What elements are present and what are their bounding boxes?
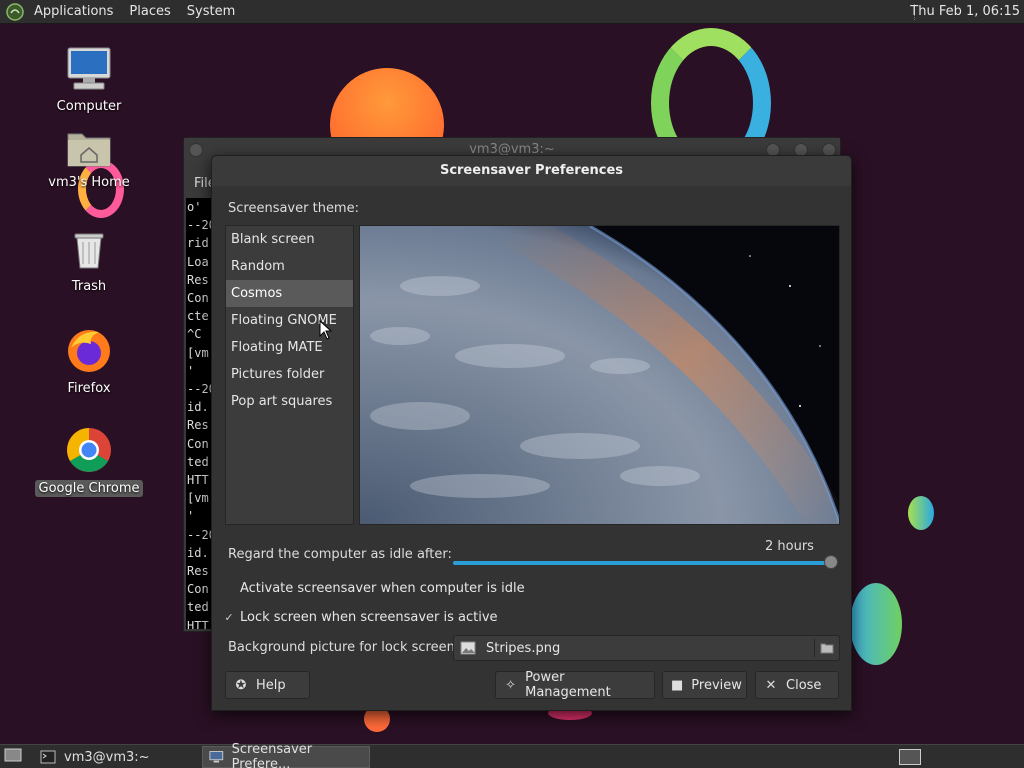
terminal-line: ^C [187,327,202,342]
desktop-icon-label: vm3's Home [48,175,130,190]
terminal-line: --20 [187,527,214,542]
file-chooser-separator [814,639,815,657]
top-panel: Applications Places System Thu Feb 1, 06… [0,0,1024,24]
terminal-line: o' [187,200,202,214]
theme-item[interactable]: Pop art squares [226,388,353,415]
power-icon: ✧ [505,677,516,693]
terminal-menu-button[interactable] [189,143,203,157]
close-button[interactable]: ✕ Close [755,671,839,699]
wallpaper-green-circle [850,583,902,665]
terminal-line: ted [187,454,209,469]
terminal-line: [vm [187,491,209,506]
background-file-chooser[interactable]: Stripes.png [453,635,840,661]
lock-checkbox-label[interactable]: Lock screen when screensaver is active [240,610,498,625]
show-desktop-icon[interactable] [4,748,22,764]
help-button-label: Help [256,677,286,693]
terminal-line: ted [187,600,209,615]
terminal-line: HTT [187,473,209,488]
folder-icon [820,643,834,654]
lock-checkbox[interactable]: ✓ [224,612,234,623]
mouse-pointer-icon [319,320,333,340]
terminal-line: ' [187,509,195,524]
terminal-line: Con [187,436,209,451]
terminal-line: Con [187,291,209,306]
help-button[interactable]: ✪ Help [225,671,310,699]
desktop-icon-computer[interactable]: Computer [34,46,144,115]
idle-label: Regard the computer as idle after: [228,547,452,562]
terminal-line: rid [187,236,209,251]
terminal-line: Res [187,418,209,433]
desktop-icon-chrome[interactable]: Google Chrome [34,426,144,497]
trash-icon [74,233,104,269]
terminal-line: Res [187,272,209,287]
workspace-switcher[interactable] [899,749,921,765]
terminal-line: ' [187,363,195,378]
background-picture-label: Background picture for lock screen: [228,640,460,655]
help-icon: ✪ [235,677,247,693]
theme-item[interactable]: Cosmos [226,280,353,307]
preview-button[interactable]: ■ Preview [662,671,747,699]
places-menu[interactable]: Places [121,0,178,24]
taskbar-item-terminal[interactable]: vm3@vm3:~ [34,746,194,768]
theme-label: Screensaver theme: [228,201,359,216]
desktop-icon-trash[interactable]: Trash [34,228,144,295]
wallpaper-teal-dot [908,496,934,530]
terminal-line: id. [187,400,209,415]
power-management-button-label: Power Management [525,670,611,700]
taskbar-item-label: Screensaver Prefere... [231,742,313,768]
desktop-icon-label: Google Chrome [34,480,144,497]
terminal-line: id. [187,545,209,560]
home-folder-icon [67,133,111,167]
theme-list[interactable]: Blank screen Random Cosmos Floating GNOME Fl… [225,225,354,525]
idle-slider-handle[interactable] [824,555,838,569]
system-menu[interactable]: System [179,0,243,24]
terminal-line: HTT [187,618,209,629]
theme-item[interactable]: Floating GNOME [226,307,353,334]
desktop-icon-home[interactable]: vm3's Home [34,128,144,191]
firefox-icon [68,330,110,372]
taskbar-item-screensaver[interactable]: Screensaver Prefere... [202,742,370,768]
theme-item[interactable]: Pictures folder [226,361,353,388]
desktop-icon-label: Computer [56,99,122,114]
desktop-icon-firefox[interactable]: Firefox [34,326,144,397]
terminal-line: cte [187,309,209,324]
cosmos-preview-image [360,226,839,524]
terminal-line: --20 [187,218,214,233]
bottom-panel: vm3@vm3:~ Screensaver Prefere... [0,742,1024,768]
power-management-button[interactable]: ✧ Power Management [495,670,655,700]
theme-item[interactable]: Blank screen [226,226,353,253]
terminal-output[interactable]: o' --20 rid Loa Res Con cte ^C [vm ' --20 id. Res Con… [186,198,214,629]
theme-item[interactable]: Random [226,253,353,280]
terminal-line: --20 [187,382,214,397]
background-file-name: Stripes.png [486,640,561,656]
terminal-icon [40,750,56,764]
terminal-line: [vm [187,345,209,360]
theme-item[interactable]: Floating MATE [226,334,353,361]
chrome-icon [67,428,111,472]
close-button-label: Close [786,677,822,693]
clock[interactable]: Thu Feb 1, 06:15 [910,0,1020,24]
screensaver-preferences-dialog: Screensaver Preferences Screensaver them… [211,155,852,711]
desktop-icon-label: Trash [71,279,107,294]
idle-value: 2 hours [765,539,814,554]
terminal-line: Con [187,582,209,597]
monitor-icon [209,751,224,763]
activate-checkbox-label[interactable]: Activate screensaver when computer is id… [240,581,525,596]
applications-menu[interactable]: Applications [26,0,121,24]
computer-icon [67,47,111,90]
preview-button-label: Preview [691,677,742,693]
terminal-line: Res [187,564,209,579]
terminal-line: Loa [187,254,209,269]
desktop-icon-label: Firefox [67,381,111,396]
theme-preview [359,225,840,525]
image-file-icon [460,641,476,655]
mate-logo-icon[interactable] [6,2,24,21]
activate-checkbox[interactable] [224,586,234,596]
dialog-title[interactable]: Screensaver Preferences [212,156,851,186]
taskbar-item-label: vm3@vm3:~ [64,749,150,765]
idle-slider-track[interactable] [453,561,831,565]
preview-icon: ■ [671,677,684,693]
close-icon: ✕ [765,677,777,693]
